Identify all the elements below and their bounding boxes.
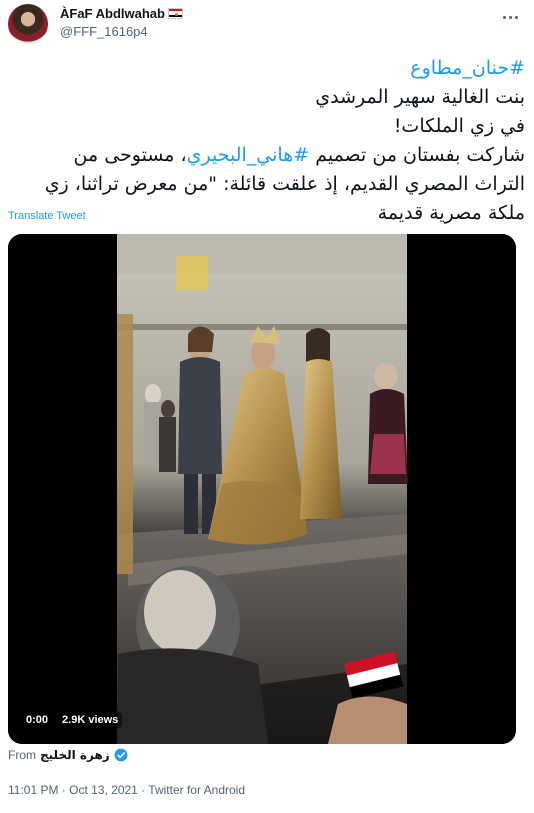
video-player[interactable]: 0:00 2.9K views: [8, 234, 516, 744]
video-views: 2.9K views: [58, 712, 123, 728]
egypt-flag-icon: [167, 7, 183, 19]
tweet-line: ملكة مصرية قديمة: [377, 202, 525, 224]
tweet-line: بنت الغالية سهير المرشدي: [315, 86, 525, 108]
tweet-text: #حنان_مطاوع بنت الغالية سهير المرشدي في …: [9, 54, 525, 228]
video-frame: [8, 234, 516, 744]
hashtag-link[interactable]: #هاني_البحيري: [187, 144, 310, 166]
tweet-line-suffix: ، مستوحى من: [73, 144, 187, 166]
avatar[interactable]: [8, 4, 48, 44]
more-options-icon[interactable]: [500, 10, 520, 24]
video-meta: 0:00 2.9K views: [22, 712, 123, 728]
user-block: ÀFaF Abdlwahab @FFF_1616p4: [60, 4, 183, 39]
verified-badge-icon: [114, 748, 128, 762]
user-handle[interactable]: @FFF_1616p4: [60, 24, 183, 39]
tweet-line-prefix: شاركت بفستان من تصميم: [309, 144, 525, 166]
tweet-line: في زي الملكات!: [393, 115, 525, 137]
translate-tweet-link[interactable]: Translate Tweet: [8, 210, 86, 222]
from-label: From: [8, 748, 36, 762]
display-name-row[interactable]: ÀFaF Abdlwahab: [60, 4, 183, 22]
tweet-line-with-hashtag: شاركت بفستان من تصميم #هاني_البحيري، مست…: [9, 141, 525, 170]
display-name[interactable]: ÀFaF Abdlwahab: [60, 6, 165, 21]
source-attribution: From زهرة الخليج: [8, 748, 128, 762]
video-time: 0:00: [22, 712, 53, 728]
source-account-name[interactable]: زهرة الخليج: [40, 748, 110, 762]
tweet-line: التراث المصري القديم، إذ علقت قائلة: "من…: [44, 173, 525, 195]
hashtag-link[interactable]: #حنان_مطاوع: [9, 54, 525, 83]
tweet-header: ÀFaF Abdlwahab @FFF_1616p4: [8, 4, 526, 44]
tweet-timestamp[interactable]: 11:01 PM · Oct 13, 2021 · Twitter for An…: [8, 783, 245, 797]
